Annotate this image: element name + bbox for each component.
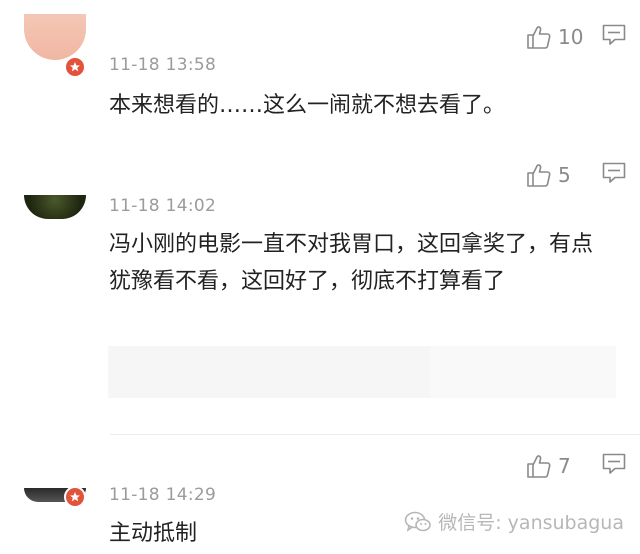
like-count: 7	[558, 454, 571, 478]
avatar[interactable]	[24, 195, 86, 219]
blank-content-area-right	[430, 346, 616, 398]
comment-reply-icon	[602, 162, 626, 183]
avatar[interactable]	[24, 14, 86, 60]
like-button[interactable]: 10	[526, 24, 586, 50]
comment-actions: 5	[526, 162, 626, 188]
verified-badge-icon	[64, 486, 86, 508]
comment-text: 本来想看的……这么一闹就不想去看了。	[109, 93, 506, 118]
comment-timestamp: 11-18 14:29	[109, 485, 217, 505]
comment-item: 5 11-18 14:02 冯小刚的电影一直不对我胃口，这回拿奖了，有点犹豫看不…	[0, 155, 640, 445]
blank-content-area	[108, 346, 616, 398]
comment-timestamp: 11-18 13:58	[109, 55, 217, 75]
comment-item: 10 11-18 13:58 本来想看的……这么一闹就不想去看了。	[0, 0, 640, 130]
wechat-icon	[404, 511, 432, 532]
thumbs-up-icon	[527, 455, 551, 478]
divider	[110, 434, 640, 435]
comment-actions: 7	[526, 453, 626, 479]
like-count: 5	[558, 163, 571, 187]
like-count: 10	[558, 25, 584, 49]
reply-button[interactable]	[602, 24, 626, 50]
reply-button[interactable]	[602, 453, 626, 479]
comment-reply-icon	[602, 24, 626, 45]
comment-timestamp: 11-18 14:02	[109, 196, 217, 216]
thumbs-up-icon	[527, 164, 551, 187]
comment-reply-icon	[602, 453, 626, 474]
like-button[interactable]: 7	[526, 453, 586, 479]
verified-badge-icon	[64, 56, 86, 78]
reply-button[interactable]	[602, 162, 626, 188]
comment-actions: 10	[526, 24, 626, 50]
comment-item: 7 11-18 14:29 主动抵制	[0, 440, 640, 554]
thumbs-up-icon	[527, 26, 551, 49]
watermark: 微信号: yansubagua	[404, 508, 624, 535]
comment-text: 冯小刚的电影一直不对我胃口，这回拿奖了，有点犹豫看不看，这回好了，彻底不打算看了	[109, 232, 594, 294]
watermark-text: 微信号: yansubagua	[438, 512, 624, 534]
like-button[interactable]: 5	[526, 162, 586, 188]
